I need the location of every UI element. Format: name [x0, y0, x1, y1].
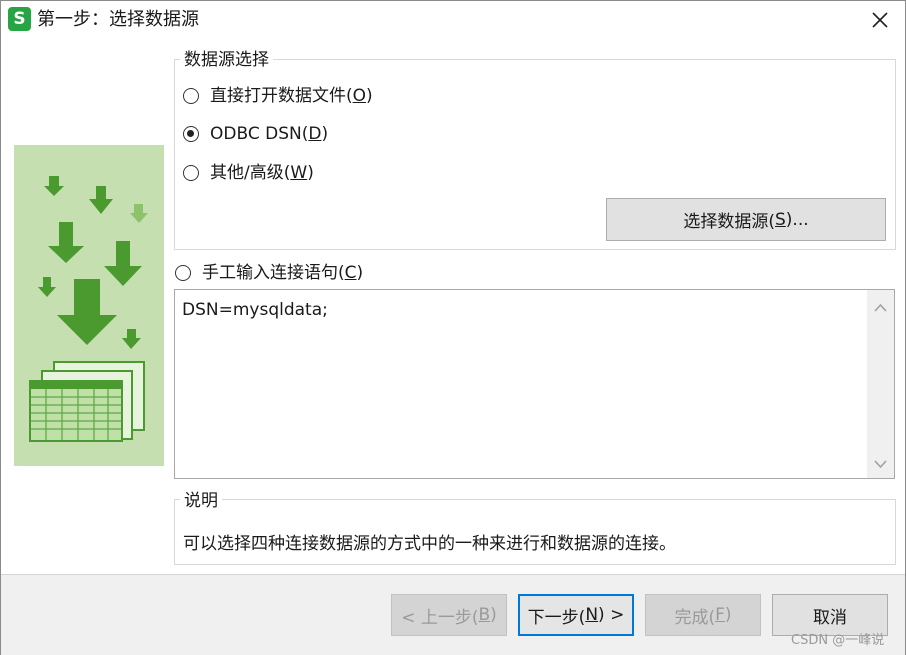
- radio-other-advanced[interactable]: 其他/高级(W): [183, 163, 314, 183]
- radio-open-data-file[interactable]: 直接打开数据文件(O): [183, 86, 373, 106]
- description-group: 说明 可以选择四种连接数据源的方式中的一种来进行和数据源的连接。: [174, 491, 896, 565]
- dialog-footer: < 上一步(B) 下一步(N) > 完成(F) 取消: [1, 574, 905, 655]
- close-icon: [872, 12, 888, 28]
- finish-button[interactable]: 完成(F): [645, 594, 761, 636]
- radio-odbc-dsn[interactable]: ODBC DSN(D): [183, 124, 328, 144]
- dialog-window: S 第一步：选择数据源 数据源选择 直接打开数据文件(O) ODBC DSN(D…: [0, 0, 906, 655]
- connection-string-textarea[interactable]: DSN=mysqldata;: [174, 289, 895, 479]
- next-step-button[interactable]: 下一步(N) >: [518, 594, 634, 636]
- title-bar: S 第一步：选择数据源: [1, 1, 905, 39]
- description-group-legend: 说明: [180, 491, 222, 511]
- select-data-source-button[interactable]: 选择数据源(S)...: [606, 198, 886, 241]
- vertical-scrollbar[interactable]: [867, 290, 894, 478]
- import-illustration: [14, 145, 164, 466]
- prev-step-button[interactable]: < 上一步(B): [391, 594, 507, 636]
- radio-odbc-dsn-label: ODBC DSN(D): [210, 124, 329, 144]
- radio-manual-connection[interactable]: 手工输入连接语句(C): [175, 263, 363, 283]
- watermark-text: CSDN @一峰说: [791, 633, 885, 648]
- radio-manual-connection-label: 手工输入连接语句(C): [202, 263, 364, 283]
- radio-open-data-file-label: 直接打开数据文件(O): [210, 86, 373, 106]
- dialog-title: 第一步：选择数据源: [37, 9, 199, 30]
- data-import-arrows-icon: [29, 176, 148, 442]
- close-button[interactable]: [863, 5, 897, 35]
- scroll-down-arrow-icon[interactable]: [867, 452, 894, 476]
- scroll-up-arrow-icon[interactable]: [867, 296, 894, 320]
- connection-string-text: DSN=mysqldata;: [182, 300, 328, 320]
- description-text: 可以选择四种连接数据源的方式中的一种来进行和数据源的连接。: [183, 534, 676, 554]
- data-source-group: 数据源选择 直接打开数据文件(O) ODBC DSN(D) 其他/高级(W) 选…: [174, 50, 896, 250]
- spreadsheet-app-icon: S: [8, 7, 31, 31]
- radio-other-advanced-label: 其他/高级(W): [210, 163, 314, 183]
- radio-button[interactable]: [175, 265, 191, 281]
- radio-button[interactable]: [183, 88, 199, 104]
- data-source-group-legend: 数据源选择: [180, 50, 273, 70]
- radio-button-selected[interactable]: [183, 126, 199, 142]
- radio-button[interactable]: [183, 165, 199, 181]
